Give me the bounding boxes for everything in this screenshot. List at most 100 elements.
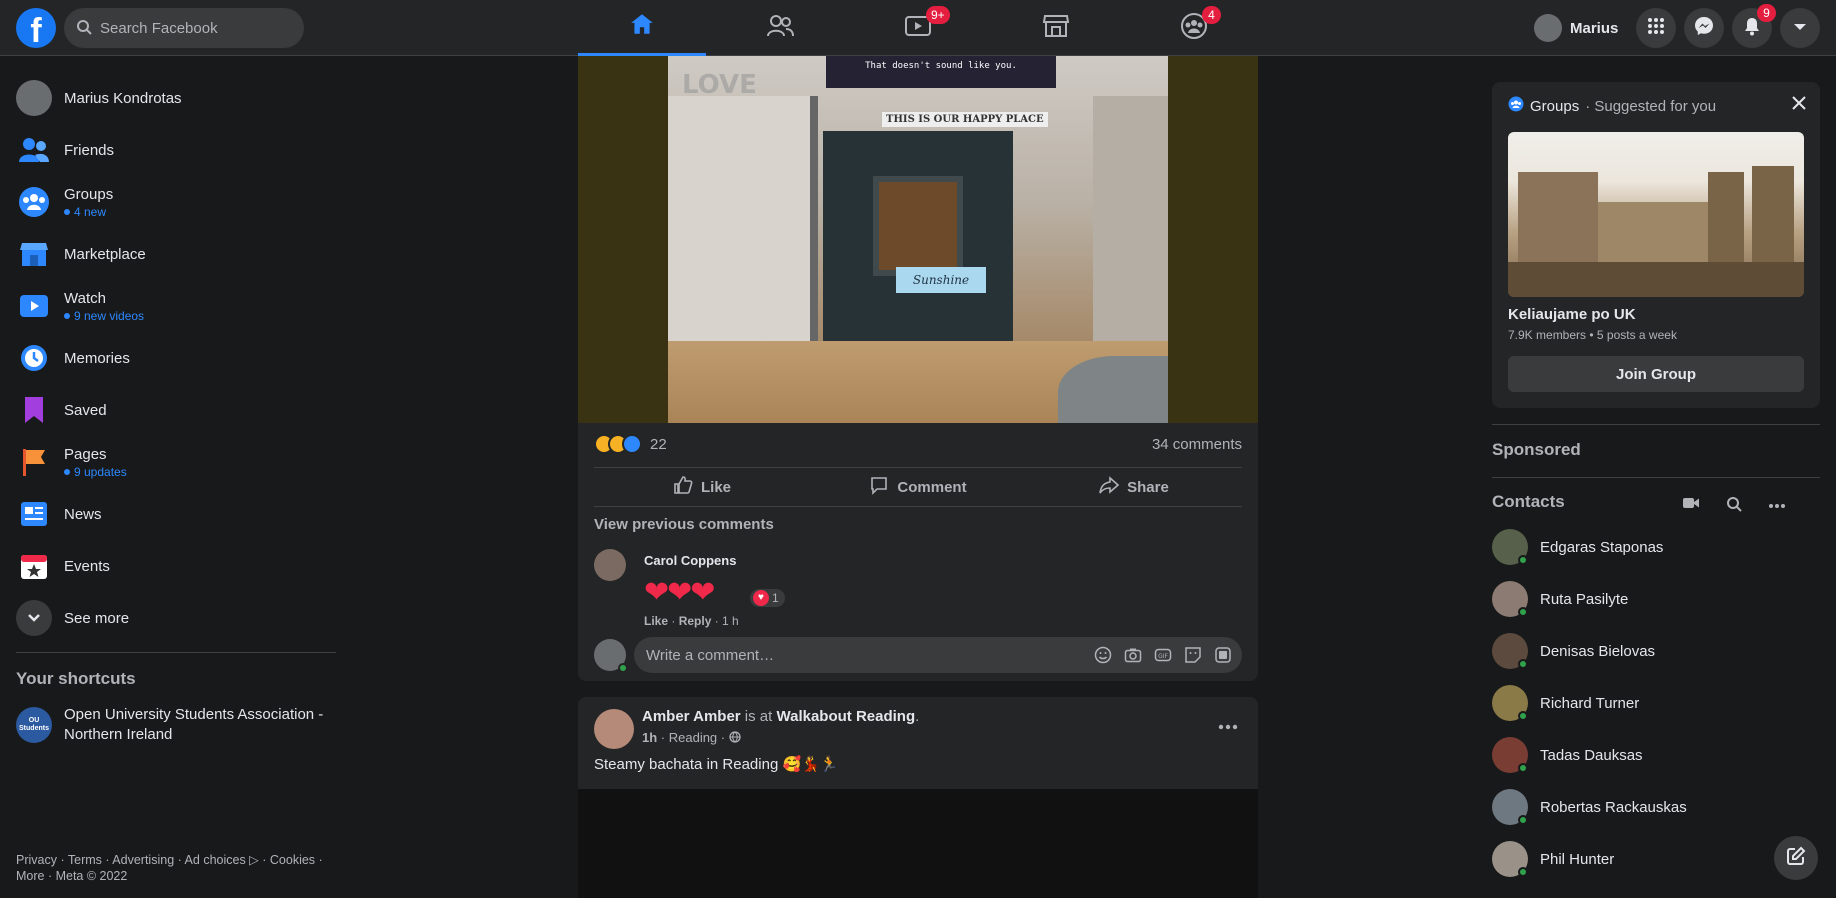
comments-count[interactable]: 34 comments — [1152, 436, 1242, 453]
close-icon[interactable] — [1792, 96, 1806, 115]
post-photo: LOVE That doesn't sound like you. THIS I… — [668, 56, 1168, 423]
comment-input[interactable] — [646, 637, 1086, 673]
comment-meta: Like · Reply · 1 h — [644, 614, 739, 628]
shortcut-item[interactable]: OU Students Open University Students Ass… — [8, 697, 344, 753]
sticker-icon[interactable] — [1184, 646, 1202, 669]
sidebar-item-saved[interactable]: Saved — [8, 384, 344, 436]
sidebar-item-pages[interactable]: Pages 9 updates — [8, 436, 344, 488]
avatar[interactable] — [594, 709, 634, 749]
photo-shelf — [668, 96, 818, 346]
sidebar-item-marketplace[interactable]: Marketplace — [8, 228, 344, 280]
tab-friends[interactable] — [716, 0, 844, 56]
tab-marketplace[interactable] — [992, 0, 1120, 56]
contact-item[interactable]: Phil Hunter — [1492, 833, 1820, 885]
sidebar-item-sub: 9 updates — [64, 465, 127, 479]
search-box[interactable] — [64, 8, 304, 48]
group-cover-image[interactable] — [1508, 132, 1804, 297]
footer-line[interactable]: Privacy · Terms · Advertising · Ad choic… — [16, 852, 346, 868]
love-reaction-icon: ♥ — [753, 590, 769, 606]
photo-shelf — [1093, 96, 1168, 346]
contacts-tools — [1682, 496, 1786, 517]
comment-composer: GIF — [594, 637, 1242, 673]
contact-name: Phil Hunter — [1540, 850, 1615, 868]
post-photo-container[interactable]: LOVE That doesn't sound like you. THIS I… — [578, 56, 1258, 423]
reaction-icons[interactable]: 22 — [594, 434, 667, 454]
tab-groups[interactable]: 4 — [1130, 0, 1258, 56]
gif-icon[interactable]: GIF — [1154, 646, 1172, 669]
search-input[interactable] — [100, 8, 296, 48]
calendar-icon — [16, 548, 52, 584]
comment-time[interactable]: 1 h — [722, 614, 739, 628]
menu-button[interactable] — [1636, 8, 1676, 48]
groups-icon — [1508, 96, 1524, 116]
facebook-logo[interactable]: f — [16, 8, 56, 48]
join-group-button[interactable]: Join Group — [1508, 356, 1804, 392]
emoji-icon[interactable] — [1094, 646, 1112, 669]
suggested-group-header: Groups · Suggested for you — [1508, 96, 1716, 116]
chevron-down-icon — [16, 600, 52, 636]
sidebar-item-groups[interactable]: Groups 4 new — [8, 176, 344, 228]
sponsored-title: Sponsored — [1492, 440, 1581, 459]
messenger-button[interactable] — [1684, 8, 1724, 48]
post-location[interactable]: Reading — [669, 730, 717, 745]
groups-badge: 4 — [1202, 6, 1221, 24]
sidebar-item-news[interactable]: News — [8, 488, 344, 540]
sidebar-item-label: Friends — [64, 141, 115, 159]
top-navigation-bar: f 9+ 4 Marius — [0, 0, 1836, 56]
contact-item[interactable]: Denisas Bielovas — [1492, 625, 1820, 677]
sidebar-item-label: Events — [64, 557, 110, 575]
camera-icon[interactable] — [1124, 646, 1142, 669]
thumbs-up-icon — [673, 475, 693, 499]
profile-chip[interactable]: Marius — [1530, 10, 1626, 46]
more-options-icon[interactable] — [1218, 717, 1238, 735]
marketplace-icon — [16, 236, 52, 272]
like-button[interactable]: Like — [594, 468, 810, 506]
contact-item[interactable]: Richard Turner — [1492, 677, 1820, 729]
sidebar-item-memories[interactable]: Memories — [8, 332, 344, 384]
share-button[interactable]: Share — [1026, 468, 1242, 506]
search-icon[interactable] — [1726, 496, 1742, 517]
account-button[interactable] — [1780, 8, 1820, 48]
group-name[interactable]: Keliaujame po UK — [1508, 306, 1636, 323]
comment-reaction-count[interactable]: ♥ 1 — [750, 589, 785, 607]
video-call-icon[interactable] — [1682, 496, 1700, 517]
contact-item[interactable]: Robertas Rackauskas — [1492, 781, 1820, 833]
comment-button[interactable]: Comment — [810, 468, 1026, 506]
reaction-count: 22 — [650, 435, 667, 453]
tab-watch[interactable]: 9+ — [854, 0, 982, 56]
avatar-sticker-icon[interactable] — [1214, 646, 1232, 669]
more-options-icon[interactable] — [1768, 496, 1786, 517]
sidebar-item-profile[interactable]: Marius Kondrotas — [8, 72, 344, 124]
tab-home[interactable] — [578, 0, 706, 56]
contact-item[interactable]: Ruta Pasilyte — [1492, 573, 1820, 625]
post-header: Amber Amber is at Walkabout Reading. — [642, 708, 920, 725]
comment-like-link[interactable]: Like — [644, 614, 668, 628]
comment-author[interactable]: Carol Coppens — [644, 553, 736, 568]
post-author[interactable]: Amber Amber — [642, 708, 741, 725]
avatar[interactable] — [594, 549, 626, 581]
comment-icon — [869, 475, 889, 499]
view-previous-comments[interactable]: View previous comments — [594, 516, 774, 533]
photo-sign: THIS IS OUR HAPPY PLACE — [882, 112, 1048, 127]
footer-line[interactable]: More · Meta © 2022 — [16, 868, 346, 884]
comment-input-box[interactable]: GIF — [634, 637, 1242, 673]
messenger-icon — [1694, 16, 1714, 41]
notifications-button[interactable]: 9 — [1732, 4, 1776, 48]
post-place[interactable]: Walkabout Reading — [777, 708, 916, 725]
group-meta: 7.9K members • 5 posts a week — [1508, 328, 1677, 342]
sidebar-item-friends[interactable]: Friends — [8, 124, 344, 176]
memories-icon — [16, 340, 52, 376]
contact-item[interactable]: Edgaras Staponas — [1492, 521, 1820, 573]
post-time[interactable]: 1h — [642, 730, 657, 745]
post-checkin-text: is at — [740, 708, 777, 725]
left-sidebar: Marius Kondrotas Friends Groups 4 new Mar… — [8, 72, 344, 753]
new-message-button[interactable] — [1774, 836, 1818, 880]
contact-item[interactable]: Tadas Dauksas — [1492, 729, 1820, 781]
sidebar-item-watch[interactable]: Watch 9 new videos — [8, 280, 344, 332]
post-video[interactable] — [578, 789, 1258, 898]
sidebar-item-events[interactable]: Events — [8, 540, 344, 592]
comment-reply-link[interactable]: Reply — [679, 614, 712, 628]
contact-name: Denisas Bielovas — [1540, 642, 1656, 660]
sidebar-item-label: Pages — [64, 445, 107, 463]
sidebar-item-see-more[interactable]: See more — [8, 592, 344, 644]
